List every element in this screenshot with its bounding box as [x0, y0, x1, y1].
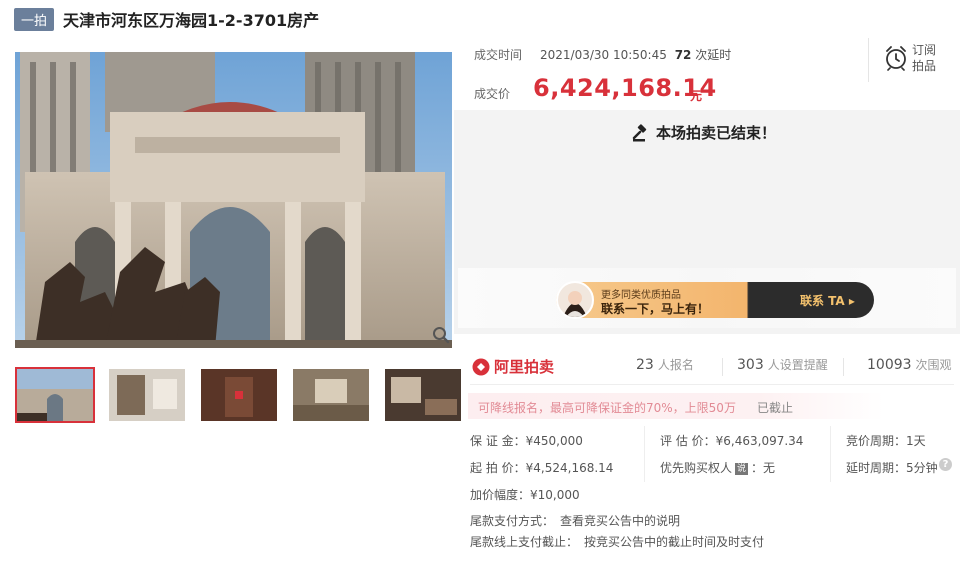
appraise-value: ¥6,463,097.34: [715, 434, 804, 448]
stat-registered-label: 人报名: [657, 358, 694, 372]
deal-price-label: 成交价: [474, 87, 511, 101]
thumbnail-3-image: [201, 369, 277, 421]
start-price-label: 起 拍 价：: [470, 461, 526, 475]
deal-time-label: 成交时间: [474, 48, 523, 62]
priority-label: 优先购买权人: [660, 461, 733, 475]
thumbnail-3[interactable]: [199, 367, 279, 423]
brand-logo[interactable]: 阿里拍卖: [472, 356, 554, 377]
thumbnail-strip: [15, 367, 463, 423]
alarm-clock-icon: [886, 46, 906, 71]
thumbnail-2-image: [109, 369, 185, 421]
increment-value: ¥10,000: [530, 488, 580, 502]
thumbnail-5-image: [385, 369, 461, 421]
stat-views-label: 次围观: [915, 358, 952, 372]
subscribe-button[interactable]: 订阅拍品: [884, 42, 940, 74]
payment-method-link[interactable]: 查看竞买公告中的说明: [560, 514, 680, 528]
period-field: 竞价周期：1天: [846, 432, 926, 449]
stat-reminders: 303 人设置提醒: [737, 356, 828, 373]
delay-count: 72: [674, 48, 692, 62]
notice-text: 可降线报名，最高可降保证金的70%，上限50万: [478, 401, 736, 415]
building-photo-illustration: [15, 52, 452, 348]
magnifier-icon[interactable]: [432, 326, 450, 344]
delay-period-field: 延时周期：5分钟: [846, 459, 938, 476]
main-photo[interactable]: [15, 52, 452, 348]
stats-divider-line: [470, 384, 954, 385]
deal-price-unit: 元: [690, 89, 703, 103]
stat-registered-count: 23: [636, 357, 654, 373]
stat-views: 10093 次围观: [867, 356, 952, 373]
payment-method-field: 尾款支付方式： 查看竞买公告中的说明: [470, 512, 680, 529]
subscribe-divider: [868, 38, 869, 82]
deposit-value: ¥450,000: [525, 434, 583, 448]
subscribe-label: 订阅拍品: [912, 43, 937, 73]
thumbnail-1-image: [17, 369, 93, 421]
delay-period-value: 5分钟: [906, 461, 938, 475]
stat-reminders-label: 人设置提醒: [767, 358, 828, 372]
payment-deadline-value: 按竞买公告中的截止时间及时支付: [584, 535, 765, 549]
deposit-label: 保 证 金：: [470, 434, 526, 448]
contact-ta-button[interactable]: 联系 TA ▸: [800, 292, 855, 309]
stat-reminders-count: 303: [737, 357, 764, 373]
period-value: 1天: [906, 434, 926, 448]
thumbnail-5[interactable]: [383, 367, 463, 423]
avatar: [556, 281, 594, 319]
stat-divider: [843, 358, 844, 376]
gavel-icon: [632, 123, 647, 141]
increment-label: 加价幅度：: [470, 488, 531, 502]
increment-field: 加价幅度：¥10,000: [470, 486, 580, 503]
title-row: 一拍 天津市河东区万海园1-2-3701房产: [14, 7, 319, 31]
promo-main-text: 联系一下，马上有！: [601, 302, 710, 316]
payment-method-label: 尾款支付方式：: [470, 514, 555, 528]
priority-field: 优先购买权人说：无: [660, 459, 775, 476]
stat-views-count: 10093: [867, 357, 912, 373]
auction-round-tag: 一拍: [14, 7, 55, 31]
period-label: 竞价周期：: [846, 434, 907, 448]
thumbnail-4-image: [293, 369, 369, 421]
payment-deadline-field: 尾款线上支付截止： 按竞买公告中的截止时间及时支付: [470, 533, 764, 550]
start-price-field: 起 拍 价：¥4,524,168.14: [470, 459, 613, 476]
start-price-value: ¥4,524,168.14: [525, 461, 614, 475]
delay-period-label: 延时周期：: [846, 461, 907, 475]
column-divider: [644, 426, 645, 482]
delay-count-label: 次延时: [695, 48, 732, 62]
notice-status: 已截止: [757, 401, 794, 415]
deal-time-value: 2021/03/30 10:50:45: [540, 48, 667, 62]
priority-value: ：无: [751, 461, 776, 475]
stat-registered: 23 人报名: [636, 356, 694, 373]
auction-ended-text: 本场拍卖已结束！: [656, 124, 777, 142]
thumbnail-4[interactable]: [291, 367, 371, 423]
appraise-label: 评 估 价：: [660, 434, 716, 448]
payment-deadline-label: 尾款线上支付截止：: [470, 535, 579, 549]
column-divider: [830, 426, 831, 482]
priority-badge: 说: [735, 463, 749, 475]
deal-time: 2021/03/30 10:50:45 72 次延时: [540, 46, 731, 63]
appraise-field: 评 估 价：¥6,463,097.34: [660, 432, 803, 449]
ali-auction-logo-icon: [472, 358, 490, 375]
brand-name: 阿里拍卖: [494, 358, 555, 376]
deposit-field: 保 证 金：¥450,000: [470, 432, 583, 449]
promo-subtitle: 更多同类优质拍品: [601, 290, 681, 301]
auction-ended-message: 本场拍卖已结束！: [632, 122, 776, 143]
thumbnail-2[interactable]: [107, 367, 187, 423]
page-title: 天津市河东区万海园1-2-3701房产: [63, 11, 320, 30]
thumbnail-1[interactable]: [15, 367, 95, 423]
stat-divider: [722, 358, 723, 376]
question-icon[interactable]: ?: [939, 458, 952, 471]
agent-avatar-image: [558, 283, 592, 317]
